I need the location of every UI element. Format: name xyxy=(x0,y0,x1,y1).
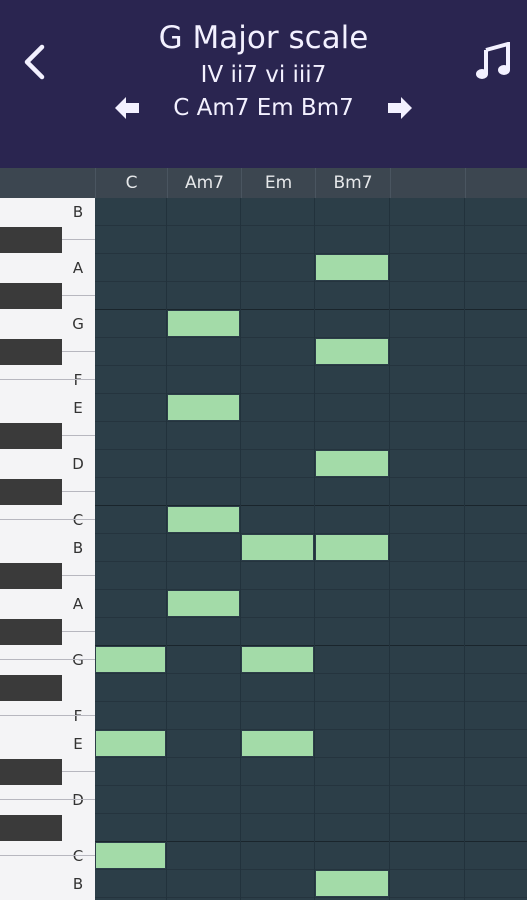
note-block[interactable] xyxy=(316,871,388,896)
grid-column-line xyxy=(314,198,315,900)
note-block[interactable] xyxy=(96,843,165,868)
chord-progression: C Am7 Em Bm7 xyxy=(173,95,354,121)
column-header-cell[interactable]: Em xyxy=(241,168,315,198)
key-label: E xyxy=(73,735,83,753)
key-label: D xyxy=(72,791,84,809)
key-label: B xyxy=(72,203,84,221)
grid-row-line xyxy=(95,449,527,450)
key-label: F xyxy=(73,371,83,389)
key-label: A xyxy=(72,595,84,613)
key-label: B xyxy=(72,539,84,557)
note-block[interactable] xyxy=(242,535,313,560)
grid-column-line xyxy=(389,198,390,900)
note-block[interactable] xyxy=(242,647,313,672)
grid-column-line xyxy=(464,198,465,900)
note-block[interactable] xyxy=(242,731,313,756)
column-header-cell[interactable] xyxy=(465,168,527,198)
grid-row-line xyxy=(95,225,527,226)
key-label: C xyxy=(72,511,84,529)
key-label: G xyxy=(72,651,84,669)
grid-row-line xyxy=(95,701,527,702)
black-key[interactable] xyxy=(0,283,62,309)
black-key[interactable] xyxy=(0,423,62,449)
grid-row-line xyxy=(95,421,527,422)
grid-row-line xyxy=(95,281,527,282)
grid-row-line xyxy=(95,477,527,478)
note-block[interactable] xyxy=(316,255,388,280)
grid-row-line xyxy=(95,869,527,870)
grid-row-line xyxy=(95,253,527,254)
grid-column-line xyxy=(240,198,241,900)
chord-numerals: IV ii7 vi iii7 xyxy=(200,62,327,88)
grid-column-line xyxy=(166,198,167,900)
note-block[interactable] xyxy=(168,395,239,420)
note-block[interactable] xyxy=(168,507,239,532)
music-note-icon[interactable] xyxy=(476,42,512,80)
grid-row-line xyxy=(95,617,527,618)
key-label: C xyxy=(72,847,84,865)
piano-keyboard[interactable]: B A G F E D C B A G F E D C B xyxy=(0,198,95,900)
grid-row-line xyxy=(95,673,527,674)
grid-row-line xyxy=(95,841,527,842)
key-label: D xyxy=(72,455,84,473)
grid-row-line xyxy=(95,533,527,534)
piano-roll-grid[interactable] xyxy=(95,198,527,900)
black-key[interactable] xyxy=(0,339,62,365)
key-label: F xyxy=(73,707,83,725)
white-key-separator xyxy=(0,379,95,380)
column-header-cell[interactable]: C xyxy=(95,168,167,198)
black-key[interactable] xyxy=(0,815,62,841)
note-block[interactable] xyxy=(96,731,165,756)
key-label: E xyxy=(73,399,83,417)
white-key-separator xyxy=(0,799,95,800)
white-key-separator xyxy=(0,715,95,716)
grid-row-line xyxy=(95,729,527,730)
grid-row-line xyxy=(95,505,527,506)
note-block[interactable] xyxy=(96,647,165,672)
white-key-separator xyxy=(0,659,95,660)
note-block[interactable] xyxy=(316,451,388,476)
grid-row-line xyxy=(95,365,527,366)
grid-row-line xyxy=(95,393,527,394)
grid-row-line xyxy=(95,337,527,338)
black-key[interactable] xyxy=(0,759,62,785)
key-label: B xyxy=(72,875,84,893)
header: G Major scale IV ii7 vi iii7 C Am7 Em Bm… xyxy=(0,0,527,168)
page-title: G Major scale xyxy=(158,20,369,56)
white-key-separator xyxy=(0,519,95,520)
column-header-cell[interactable] xyxy=(390,168,465,198)
key-label: G xyxy=(72,315,84,333)
black-key[interactable] xyxy=(0,675,62,701)
black-key[interactable] xyxy=(0,563,62,589)
note-block[interactable] xyxy=(316,339,388,364)
grid-row-line xyxy=(95,813,527,814)
note-block[interactable] xyxy=(168,591,239,616)
grid-row-line xyxy=(95,785,527,786)
grid-row-line xyxy=(95,309,527,310)
chord-column-header: C Am7 Em Bm7 xyxy=(0,168,527,198)
column-header-cell[interactable]: Am7 xyxy=(167,168,241,198)
key-label: A xyxy=(72,259,84,277)
note-block[interactable] xyxy=(316,535,388,560)
arrow-right-icon[interactable] xyxy=(388,97,412,119)
grid-row-line xyxy=(95,645,527,646)
grid-row-line xyxy=(95,757,527,758)
grid-row-line xyxy=(95,589,527,590)
note-block[interactable] xyxy=(168,311,239,336)
black-key[interactable] xyxy=(0,479,62,505)
black-key[interactable] xyxy=(0,227,62,253)
black-key[interactable] xyxy=(0,619,62,645)
grid-row-line xyxy=(95,561,527,562)
column-header-cell[interactable]: Bm7 xyxy=(315,168,390,198)
grid-row-line xyxy=(95,897,527,898)
white-key-separator xyxy=(0,855,95,856)
